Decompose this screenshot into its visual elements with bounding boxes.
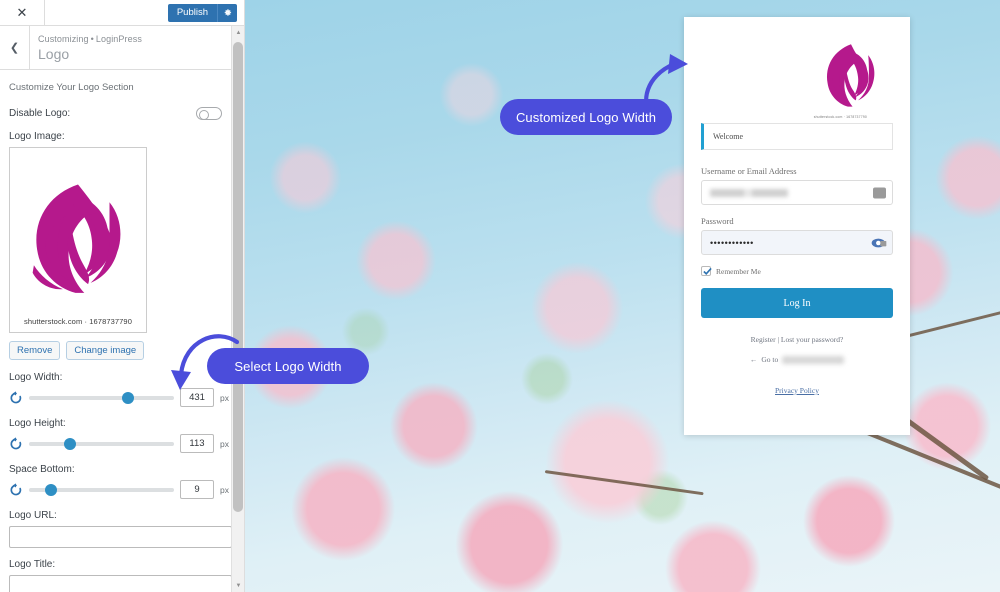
change-image-button[interactable]: Change image — [66, 341, 145, 360]
logo-image-actions: Remove Change image — [9, 341, 232, 360]
breadcrumb-separator: • — [90, 33, 94, 44]
branch-decoration — [544, 470, 704, 496]
space-bottom-input[interactable]: 9 — [180, 480, 214, 499]
reset-icon[interactable] — [9, 436, 23, 451]
logo-image-preview — [827, 44, 875, 107]
logo-width-control: Logo Width: 431 px — [9, 372, 232, 407]
go-to-label: Go to — [761, 355, 779, 364]
slider-knob[interactable] — [44, 483, 57, 496]
logo-image-label: Logo Image: — [9, 131, 65, 142]
logo-height-control: Logo Height: 113 px — [9, 418, 232, 453]
scrollbar-thumb[interactable] — [233, 42, 243, 512]
publish-button[interactable]: Publish — [167, 3, 217, 22]
logo-url-control: Logo URL: — [9, 510, 232, 548]
logo-url-label: Logo URL: — [9, 510, 57, 521]
scroll-up-icon[interactable]: ▲ — [232, 26, 245, 39]
slider-track — [29, 441, 174, 446]
logo-watermark: shutterstock.com · 1678737790 — [813, 115, 867, 119]
section-description: Customize Your Logo Section — [9, 82, 134, 93]
slider-track — [29, 395, 174, 400]
space-bottom-control: Space Bottom: 9 px — [9, 464, 232, 499]
logo-url-input[interactable] — [9, 526, 232, 548]
customizer-controls: Customize Your Logo Section Disable Logo… — [0, 70, 244, 592]
slider-knob[interactable] — [121, 391, 134, 404]
logo-width-slider[interactable] — [29, 391, 174, 405]
wordpress-customizer-panel: ✕ Publish ❮ Customizing • LoginPress Logo — [0, 0, 245, 592]
logo-height-input[interactable]: 113 — [180, 434, 214, 453]
logo-image-thumbnail[interactable]: shutterstock.com · 1678737790 — [9, 147, 147, 333]
publish-group: Publish — [167, 0, 244, 25]
remember-me-label: Remember Me — [716, 266, 761, 276]
logo-width-slider-row: 431 px — [9, 388, 232, 407]
logo-title-input[interactable] — [9, 575, 232, 592]
privacy-policy-link[interactable]: Privacy Policy — [775, 386, 819, 395]
page-title: Logo — [38, 45, 70, 62]
remember-me-row[interactable]: Remember Me — [701, 266, 893, 276]
show-password-icon[interactable] — [871, 237, 887, 248]
logo-image-graphic — [32, 184, 121, 293]
register-lost-password-links[interactable]: Register | Lost your password? — [701, 335, 893, 344]
logo-height-label: Logo Height: — [9, 418, 66, 429]
reset-icon[interactable] — [9, 482, 23, 497]
go-to-site-row[interactable]: ← Go to — [701, 355, 893, 364]
back-arrow-icon: ← — [749, 355, 758, 364]
customizer-header: ❮ Customizing • LoginPress Logo — [0, 25, 244, 70]
password-value: •••••••••••• — [710, 237, 754, 248]
disable-logo-toggle[interactable] — [196, 107, 222, 120]
password-label: Password — [701, 216, 734, 226]
logo-height-slider[interactable] — [29, 437, 174, 451]
remember-me-checkbox[interactable] — [701, 266, 712, 276]
remove-image-button[interactable]: Remove — [9, 341, 61, 360]
gear-icon[interactable] — [217, 3, 237, 22]
logo-thumbnail-watermark: shutterstock.com · 1678737790 — [24, 317, 132, 326]
username-label: Username or Email Address — [701, 166, 797, 176]
breadcrumb: Customizing • LoginPress — [38, 33, 142, 45]
site-name-redacted — [782, 355, 845, 364]
reset-icon[interactable] — [9, 390, 23, 405]
chevron-left-icon[interactable]: ❮ — [0, 25, 30, 70]
login-logo-area: shutterstock.com · 1678737790 — [701, 31, 893, 123]
welcome-message: Welcome — [701, 123, 893, 150]
logo-width-label: Logo Width: — [9, 372, 63, 383]
customizer-titles: Customizing • LoginPress Logo — [30, 33, 142, 63]
close-icon[interactable]: ✕ — [0, 0, 45, 25]
space-bottom-label: Space Bottom: — [9, 464, 75, 475]
disable-logo-control: Disable Logo: — [9, 107, 232, 120]
customizer-scrollbar[interactable]: ▲ ▼ — [231, 26, 244, 592]
breadcrumb-root: Customizing — [38, 33, 89, 44]
breadcrumb-current: LoginPress — [95, 33, 142, 44]
logo-height-slider-row: 113 px — [9, 434, 232, 453]
username-value-redacted — [710, 188, 788, 197]
password-input[interactable]: •••••••••••• — [701, 230, 893, 255]
logo-image-control: Logo Image: shutterstock.com · 167873779… — [9, 131, 232, 360]
logo-title-control: Logo Title: — [9, 559, 232, 592]
annotation-select-logo-width: Select Logo Width — [207, 348, 369, 384]
screen-root: shutterstock.com · 1678737790 Welcome Us… — [0, 0, 1000, 592]
slider-knob[interactable] — [63, 437, 76, 450]
space-bottom-slider[interactable] — [29, 483, 174, 497]
log-in-button[interactable]: Log In — [701, 288, 893, 318]
login-form-preview: shutterstock.com · 1678737790 Welcome Us… — [684, 17, 910, 435]
disable-logo-label: Disable Logo: — [9, 108, 71, 119]
logo-title-label: Logo Title: — [9, 559, 56, 570]
space-bottom-slider-row: 9 px — [9, 480, 232, 499]
keyboard-icon[interactable] — [873, 187, 886, 198]
customizer-topbar: ✕ Publish — [0, 0, 244, 26]
username-input[interactable] — [701, 180, 893, 205]
logo-width-input[interactable]: 431 — [180, 388, 214, 407]
privacy-policy-row[interactable]: Privacy Policy — [701, 386, 893, 395]
scroll-down-icon[interactable]: ▼ — [232, 579, 245, 592]
annotation-customized-logo-width: Customized Logo Width — [500, 99, 672, 135]
